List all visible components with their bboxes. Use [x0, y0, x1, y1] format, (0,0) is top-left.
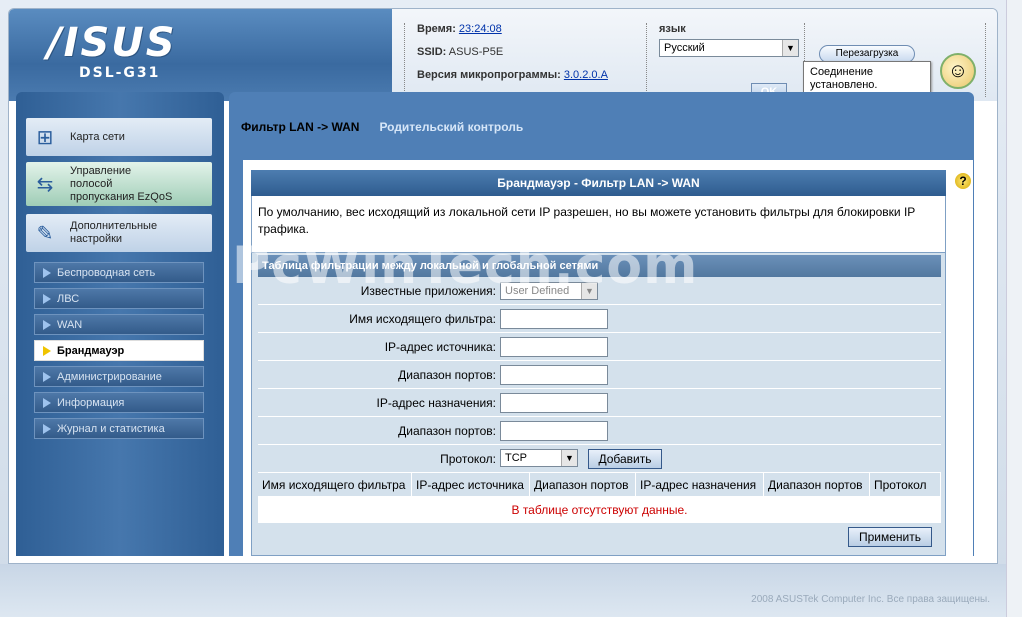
- filter-table: Таблица фильтрации между локальной и гло…: [251, 252, 946, 556]
- destination-ports-input[interactable]: [500, 421, 608, 441]
- table-title: Таблица фильтрации между локальной и гло…: [258, 255, 941, 277]
- sidebar-item-label: Управление полосой пропускания EzQoS: [70, 164, 173, 203]
- source-ports-input[interactable]: [500, 365, 608, 385]
- sidebar-item-log[interactable]: Журнал и статистика: [34, 418, 204, 439]
- sidebar-item-label: ЛВС: [57, 292, 80, 305]
- scrollbar[interactable]: [1006, 0, 1022, 617]
- firmware-link[interactable]: 3.0.2.0.A: [564, 69, 608, 81]
- connection-status-icon[interactable]: ☺: [940, 53, 976, 89]
- tab-lan-wan-filter[interactable]: Фильтр LAN -> WAN: [241, 120, 359, 150]
- bandwidth-icon: ⇆: [36, 173, 54, 196]
- destination-ip-input[interactable]: [500, 393, 608, 413]
- arrow-icon: [43, 267, 51, 278]
- known-apps-row: Известные приложения: User Defined ▼: [258, 277, 941, 305]
- page-description: По умолчанию, вес исходящий из локальной…: [251, 196, 946, 252]
- source-ports-label: Диапазон портов:: [398, 368, 496, 382]
- arrow-icon: [43, 293, 51, 304]
- sidebar-item-ezqos[interactable]: ⇆ Управление полосой пропускания EzQoS: [26, 162, 212, 206]
- language-label: язык: [659, 23, 686, 35]
- tools-icon: ✎: [36, 222, 54, 245]
- sidebar-item-lan[interactable]: ЛВС: [34, 288, 204, 309]
- status-info: Время: 23:24:08 SSID: ASUS-P5E Версия ми…: [404, 23, 644, 97]
- table-header-row: Имя исходящего фильтра IP-адрес источник…: [258, 473, 941, 497]
- protocol-select[interactable]: TCP ▼: [500, 449, 578, 467]
- filter-name-label: Имя исходящего фильтра:: [349, 312, 496, 326]
- arrow-icon: [43, 423, 51, 434]
- language-select[interactable]: Русский ▼: [659, 39, 799, 57]
- sidebar-item-administration[interactable]: Администрирование: [34, 366, 204, 387]
- tab-parental-control[interactable]: Родительский контроль: [379, 120, 523, 150]
- divider: [985, 23, 986, 97]
- sidebar-item-label: WAN: [57, 318, 83, 331]
- protocol-row: Протокол: TCP ▼ Добавить: [258, 445, 941, 473]
- destination-ip-label: IP-адрес назначения:: [376, 396, 496, 410]
- column-header: Имя исходящего фильтра: [258, 473, 412, 496]
- sidebar-item-label: Журнал и статистика: [57, 422, 165, 435]
- firmware-label: Версия микропрограммы:: [417, 69, 561, 81]
- sidebar-item-firewall[interactable]: Брандмауэр: [34, 340, 204, 361]
- empty-table-message: В таблице отсутствуют данные.: [258, 497, 941, 523]
- sidebar-item-advanced[interactable]: ✎ Дополнительные настройки: [26, 214, 212, 252]
- help-icon[interactable]: ?: [955, 173, 971, 189]
- arrow-icon: [43, 345, 51, 356]
- language-value: Русский: [664, 42, 705, 54]
- sidebar-item-label: Брандмауэр: [57, 344, 125, 357]
- status-section: Перезагрузка Соединение установлено.: [803, 23, 939, 101]
- time-label: Время:: [417, 23, 456, 35]
- column-header: IP-адрес источника: [412, 473, 530, 496]
- known-apps-select[interactable]: User Defined ▼: [500, 282, 598, 300]
- add-button[interactable]: Добавить: [588, 449, 662, 469]
- arrow-icon: [43, 319, 51, 330]
- source-ports-row: Диапазон портов:: [258, 361, 941, 389]
- sidebar-item-wireless[interactable]: Беспроводная сеть: [34, 262, 204, 283]
- source-ip-row: IP-адрес источника:: [258, 333, 941, 361]
- time-link[interactable]: 23:24:08: [459, 23, 502, 35]
- sidebar: ⊞ Карта сети ⇆ Управление полосой пропус…: [16, 92, 224, 556]
- column-header: Диапазон портов: [764, 473, 870, 496]
- column-header: Диапазон портов: [530, 473, 636, 496]
- source-ip-label: IP-адрес источника:: [384, 340, 496, 354]
- footer-bar: [0, 564, 1006, 617]
- chevron-down-icon: ▼: [581, 283, 597, 299]
- sidebar-item-wan[interactable]: WAN: [34, 314, 204, 335]
- arrow-icon: [43, 397, 51, 408]
- language-section: язык Русский ▼ OK: [646, 23, 804, 101]
- filter-name-row: Имя исходящего фильтра:: [258, 305, 941, 333]
- source-ip-input[interactable]: [500, 337, 608, 357]
- asus-logo: /ISUS: [47, 20, 177, 66]
- sidebar-item-label: Беспроводная сеть: [57, 266, 156, 279]
- protocol-label: Протокол:: [440, 452, 496, 466]
- network-map-icon: ⊞: [36, 126, 54, 149]
- logo-area: /ISUS DSL-G31: [9, 9, 392, 101]
- copyright: 2008 ASUSTek Computer Inc. Все права защ…: [751, 594, 990, 605]
- sidebar-item-label: Дополнительные настройки: [70, 220, 158, 245]
- sidebar-item-label: Карта сети: [70, 130, 125, 143]
- sidebar-item-label: Администрирование: [57, 370, 162, 383]
- known-apps-value: User Defined: [505, 285, 570, 297]
- destination-ports-label: Диапазон портов:: [398, 424, 496, 438]
- ssid-value: ASUS-P5E: [448, 46, 504, 58]
- column-header: Протокол: [870, 473, 941, 496]
- sidebar-item-network-map[interactable]: ⊞ Карта сети: [26, 118, 212, 156]
- ssid-label: SSID:: [417, 46, 447, 58]
- chevron-down-icon: ▼: [782, 40, 798, 56]
- model-name: DSL-G31: [79, 65, 161, 81]
- column-header: IP-адрес назначения: [636, 473, 764, 496]
- destination-ip-row: IP-адрес назначения:: [258, 389, 941, 417]
- info-area: Время: 23:24:08 SSID: ASUS-P5E Версия ми…: [392, 9, 997, 101]
- filter-name-input[interactable]: [500, 309, 608, 329]
- known-apps-label: Известные приложения:: [360, 284, 496, 298]
- page-title: Брандмауэр - Фильтр LAN -> WAN: [251, 170, 946, 196]
- chevron-down-icon: ▼: [561, 450, 577, 466]
- destination-ports-row: Диапазон портов:: [258, 417, 941, 445]
- arrow-icon: [43, 371, 51, 382]
- protocol-value: TCP: [505, 452, 527, 464]
- tab-bar: Фильтр LAN -> WAN Родительский контроль: [241, 120, 523, 150]
- sidebar-item-label: Информация: [57, 396, 125, 409]
- sidebar-item-information[interactable]: Информация: [34, 392, 204, 413]
- apply-button[interactable]: Применить: [848, 527, 932, 547]
